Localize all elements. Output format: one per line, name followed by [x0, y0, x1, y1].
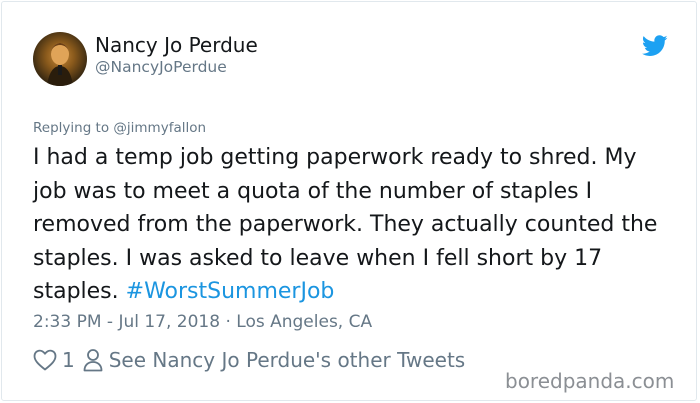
watermark: boredpanda.com	[505, 369, 675, 393]
avatar[interactable]	[33, 32, 87, 86]
tweet-actions: 1 See Nancy Jo Perdue's other Tweets	[33, 346, 465, 374]
avatar-image	[47, 43, 73, 86]
meta-separator: ·	[225, 312, 231, 332]
hashtag-link[interactable]: #WorstSummerJob	[126, 279, 335, 304]
like-count: 1	[62, 348, 75, 372]
person-icon[interactable]	[83, 348, 103, 372]
replying-to[interactable]: Replying to @jimmyfallon	[33, 120, 206, 136]
twitter-bird-icon[interactable]	[642, 35, 668, 57]
author-handle[interactable]: @NancyJoPerdue	[95, 58, 227, 76]
tweet-text: I had a temp job getting paperwork ready…	[33, 141, 673, 309]
timestamp[interactable]: 2:33 PM - Jul 17, 2018	[33, 312, 220, 332]
location[interactable]: Los Angeles, CA	[236, 312, 372, 332]
other-tweets-link[interactable]: See Nancy Jo Perdue's other Tweets	[109, 348, 465, 372]
tweet-meta: 2:33 PM - Jul 17, 2018 · Los Angeles, CA	[33, 312, 372, 332]
author-name[interactable]: Nancy Jo Perdue	[95, 33, 258, 57]
heart-icon[interactable]	[33, 349, 57, 371]
